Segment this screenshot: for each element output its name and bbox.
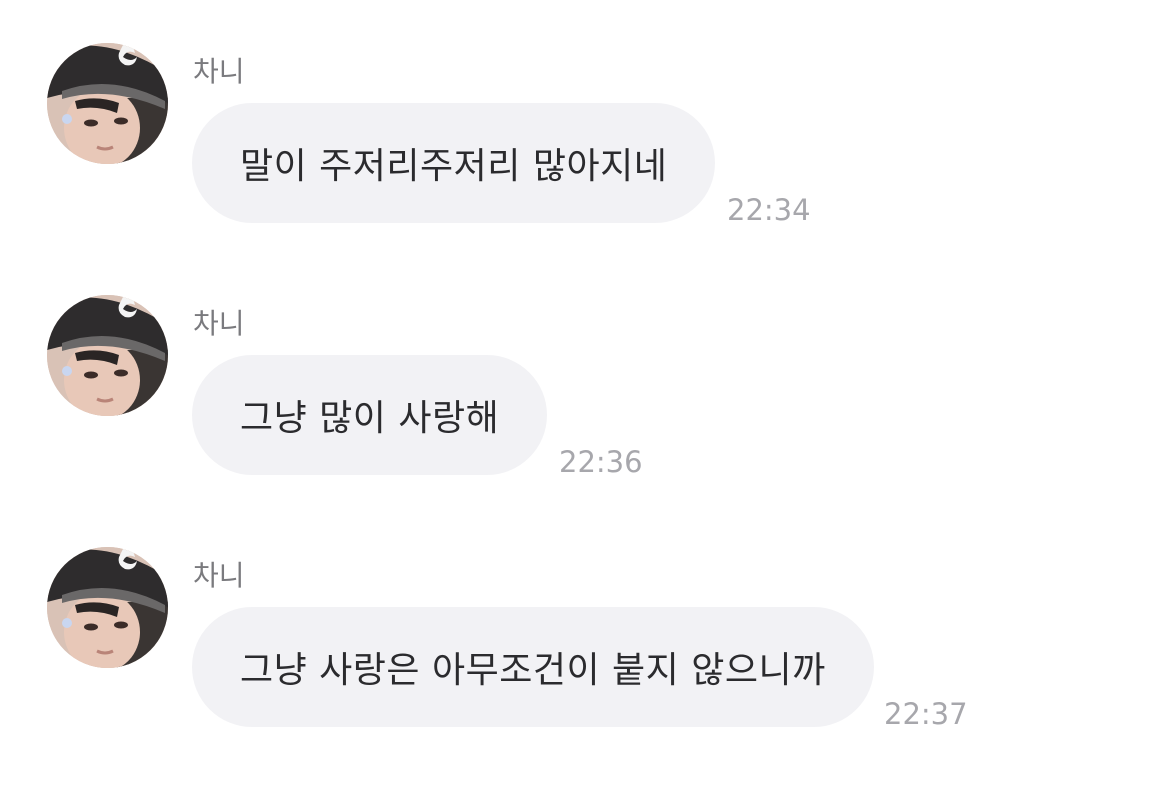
message-text: 말이 주저리주저리 많아지네 [240,146,668,187]
message-row: 차니 그냥 많이 사랑해 22:36 [0,295,1170,485]
message-bubble[interactable]: 말이 주저리주저리 많아지네 [192,103,716,223]
sender-name: 차니 [193,55,245,88]
profile-photo-icon [47,295,168,416]
message-row: 차니 말이 주저리주저리 많아지네 22:34 [0,43,1170,233]
message-row: 차니 그냥 사랑은 아무조건이 붙지 않으니까 22:37 [0,547,1170,737]
message-timestamp: 22:37 [884,697,968,731]
avatar[interactable] [47,547,168,668]
sender-name: 차니 [193,559,245,592]
message-bubble[interactable]: 그냥 많이 사랑해 [192,355,548,475]
message-text: 그냥 많이 사랑해 [240,398,500,439]
profile-photo-icon [47,43,168,164]
message-text: 그냥 사랑은 아무조건이 붙지 않으니까 [240,650,826,691]
profile-photo-icon [47,547,168,668]
avatar[interactable] [47,295,168,416]
sender-name: 차니 [193,307,245,340]
message-bubble[interactable]: 그냥 사랑은 아무조건이 붙지 않으니까 [192,607,874,727]
message-timestamp: 22:34 [727,193,811,227]
avatar[interactable] [47,43,168,164]
message-timestamp: 22:36 [559,445,643,479]
